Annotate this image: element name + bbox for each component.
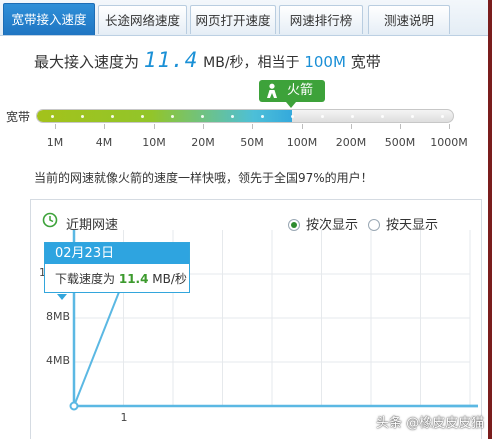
tooltip-value: 11.4	[118, 272, 149, 286]
tooltip-date: 02月23日	[55, 246, 115, 261]
tooltip-body: 下载速度为 11.4 MB/秒	[55, 270, 187, 287]
origin-point	[69, 401, 79, 411]
speed-test-window: 宽带接入速度 长途网络速度 网页打开速度 网速排行榜 测速说明 最大接入速度为 …	[0, 0, 492, 439]
y-tick-label: 4MB	[45, 354, 70, 367]
tooltip-header: 02月23日	[45, 243, 189, 264]
tooltip-pointer	[57, 294, 67, 300]
y-tick-label: 8MB	[45, 310, 70, 323]
recent-speed-chart	[69, 230, 478, 411]
tooltip-unit: MB/秒	[152, 272, 187, 286]
series-line	[73, 280, 125, 407]
x-tick-label: 1	[120, 411, 128, 424]
data-point-tooltip: 02月23日 下载速度为 11.4 MB/秒	[44, 242, 190, 300]
watermark: 头条 @橡皮皮皮猫	[376, 416, 485, 431]
tooltip-label: 下载速度为	[55, 272, 116, 286]
